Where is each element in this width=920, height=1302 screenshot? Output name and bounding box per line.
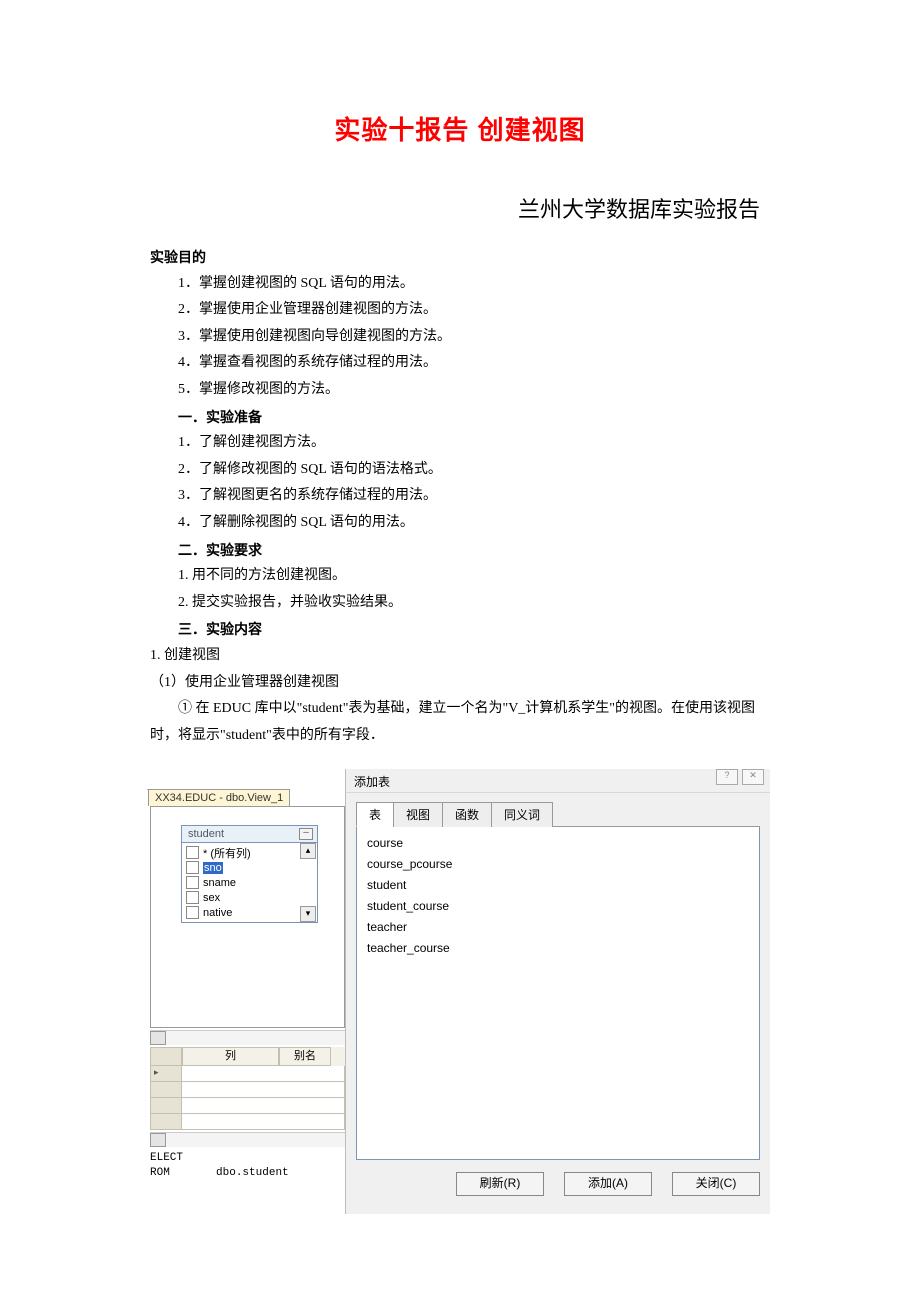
column-checkbox[interactable] (186, 906, 199, 919)
dialog-title: 添加表 (354, 775, 390, 789)
prep-4: 4．了解删除视图的 SQL 语句的用法。 (150, 510, 770, 537)
purpose-5: 5．掌握修改视图的方法。 (150, 377, 770, 404)
prep-1: 1．了解创建视图方法。 (150, 430, 770, 457)
tab-functions[interactable]: 函数 (442, 802, 492, 827)
req-2: 2. 提交实验报告，并验收实验结果。 (150, 590, 770, 617)
row-selector[interactable] (150, 1098, 182, 1114)
column-checkbox[interactable] (186, 846, 199, 859)
criteria-grid[interactable]: 列 别名 (150, 1047, 345, 1130)
help-icon[interactable]: ? (716, 769, 738, 785)
table-box-title[interactable]: student – (182, 826, 317, 843)
list-item[interactable]: course (367, 833, 749, 854)
list-item[interactable]: teacher (367, 917, 749, 938)
heading-prep: 一．实验准备 (150, 404, 770, 431)
add-button[interactable]: 添加(A) (564, 1172, 652, 1196)
list-item[interactable]: student (367, 875, 749, 896)
table-listbox[interactable]: course course_pcourse student student_co… (356, 827, 760, 1160)
add-table-dialog: 添加表 ? ✕ 表 视图 函数 同义词 course cour (345, 769, 770, 1214)
list-item[interactable]: teacher_course (367, 938, 749, 959)
purpose-3: 3．掌握使用创建视图向导创建视图的方法。 (150, 324, 770, 351)
heading-content: 三．实验内容 (150, 616, 770, 643)
grid-header-col[interactable]: 列 (182, 1047, 279, 1066)
content-para: ① 在 EDUC 库中以"student"表为基础，建立一个名为"V_计算机系学… (150, 696, 770, 749)
col-sname[interactable]: sname (203, 877, 236, 889)
table-diagram-box[interactable]: student – ▴ * (所有列) sno sname sex native… (181, 825, 318, 923)
col-sex[interactable]: sex (203, 892, 220, 904)
prep-3: 3．了解视图更名的系统存储过程的用法。 (150, 483, 770, 510)
heading-purpose: 实验目的 (150, 244, 770, 271)
purpose-1: 1．掌握创建视图的 SQL 语句的用法。 (150, 271, 770, 298)
content-1: 1. 创建视图 (150, 643, 770, 670)
row-selector[interactable] (150, 1066, 182, 1082)
purpose-4: 4．掌握查看视图的系统存储过程的用法。 (150, 350, 770, 377)
minimize-icon[interactable]: – (299, 828, 313, 840)
tab-views[interactable]: 视图 (393, 802, 443, 827)
doc-subtitle: 兰州大学数据库实验报告 (150, 192, 770, 224)
prep-2: 2．了解修改视图的 SQL 语句的语法格式。 (150, 457, 770, 484)
column-checkbox[interactable] (186, 891, 199, 904)
designer-tab[interactable]: XX34.EDUC - dbo.View_1 (148, 789, 290, 806)
tab-tables[interactable]: 表 (356, 802, 394, 827)
sql-line-2b: dbo.student (216, 1167, 289, 1179)
sql-line-1: ELECT (150, 1151, 345, 1165)
grid-corner (150, 1047, 182, 1066)
col-native[interactable]: native (203, 907, 232, 919)
heading-req: 二．实验要求 (150, 537, 770, 564)
col-sno[interactable]: sno (203, 862, 223, 874)
column-checkbox[interactable] (186, 876, 199, 889)
req-1: 1. 用不同的方法创建视图。 (150, 563, 770, 590)
content-1-1: （1）使用企业管理器创建视图 (150, 670, 770, 697)
list-item[interactable]: course_pcourse (367, 854, 749, 875)
close-button[interactable]: 关闭(C) (672, 1172, 760, 1196)
purpose-2: 2．掌握使用企业管理器创建视图的方法。 (150, 297, 770, 324)
scroll-down-icon[interactable]: ▾ (300, 906, 316, 922)
close-icon[interactable]: ✕ (742, 769, 764, 785)
grid-cell[interactable] (182, 1066, 345, 1082)
column-checkbox[interactable] (186, 861, 199, 874)
grid-header-alias[interactable]: 别名 (279, 1047, 331, 1066)
sql-pane[interactable]: ELECT ROM dbo.student (150, 1147, 345, 1180)
row-selector[interactable] (150, 1114, 182, 1130)
row-selector[interactable] (150, 1082, 182, 1098)
tab-synonyms[interactable]: 同义词 (491, 802, 553, 827)
doc-title: 实验十报告 创建视图 (150, 110, 770, 147)
grid-cell[interactable] (182, 1082, 345, 1098)
grid-cell[interactable] (182, 1114, 345, 1130)
horizontal-scrollbar[interactable] (150, 1030, 345, 1045)
dialog-tabstrip: 表 视图 函数 同义词 (356, 801, 760, 827)
horizontal-scrollbar-2[interactable] (150, 1132, 345, 1147)
scroll-up-icon[interactable]: ▴ (300, 843, 316, 859)
view-designer-pane: XX34.EDUC - dbo.View_1 student – ▴ * (所有… (150, 769, 345, 1214)
refresh-button[interactable]: 刷新(R) (456, 1172, 544, 1196)
sql-line-2a: ROM (150, 1167, 170, 1179)
col-all[interactable]: * (所有列) (203, 845, 251, 861)
grid-cell[interactable] (182, 1098, 345, 1114)
list-item[interactable]: student_course (367, 896, 749, 917)
embedded-screenshot: XX34.EDUC - dbo.View_1 student – ▴ * (所有… (150, 769, 770, 1214)
table-box-name: student (188, 828, 224, 840)
